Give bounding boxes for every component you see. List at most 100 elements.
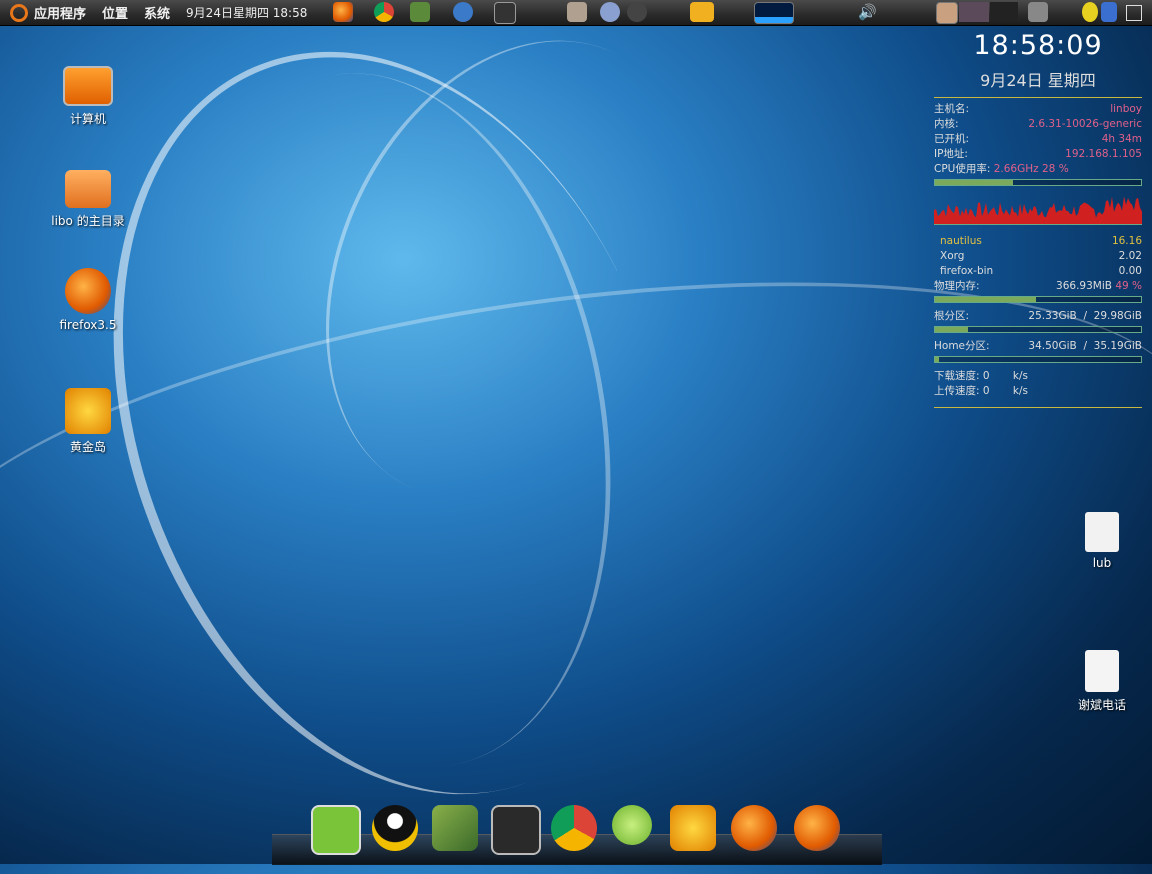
info-value: 4h 34m [1101, 133, 1142, 145]
terminal-icon[interactable] [491, 805, 541, 855]
cpu-label: CPU使用率: [934, 163, 991, 175]
wallpaper-swirl [254, 0, 770, 561]
download-label: 下载速度: [934, 370, 980, 382]
desktop-icon-computer[interactable]: 计算机 [43, 66, 133, 127]
info-row: 内核: 2.6.31-10026-generic [934, 117, 1142, 132]
download-unit: k/s [1012, 370, 1028, 382]
book-icon[interactable] [432, 805, 478, 851]
firefox-icon [65, 268, 111, 314]
info-label: 主机名: [934, 103, 970, 115]
root-total: 29.98GiB [1093, 310, 1142, 322]
qq-tray-icon[interactable] [1082, 2, 1098, 22]
cpu-row: CPU使用率: 2.66GHz 28 % [934, 162, 1142, 177]
workspace-2-icon[interactable] [959, 2, 989, 22]
game-icon[interactable] [670, 805, 716, 851]
info-label: 已开机: [934, 133, 970, 145]
menu-system[interactable]: 系统 [144, 3, 170, 22]
ubuntu-software-icon[interactable] [311, 805, 361, 855]
info-row: 主机名: linboy [934, 102, 1142, 117]
upload-label: 上传速度: [934, 385, 980, 397]
root-bar-fill [935, 327, 968, 332]
memory-row: 物理内存: 366.93MiB 49 % [934, 279, 1142, 294]
media-player-icon[interactable] [612, 805, 652, 845]
top-panel: 应用程序 位置 系统 9月24日星期四 18:58 🔊 [0, 0, 1152, 26]
firefox-icon[interactable] [731, 805, 777, 851]
desktop-icon-home[interactable]: libo 的主目录 [43, 170, 133, 229]
thunderbird-launcher-icon[interactable] [453, 2, 473, 22]
process-row: nautilus 16.16 [934, 234, 1142, 249]
pidgin-launcher-icon[interactable] [627, 2, 647, 22]
workspace-1-icon[interactable] [936, 2, 958, 24]
desktop-icon-label: lub [1092, 556, 1112, 570]
info-value: linboy [1110, 103, 1142, 115]
desktop-icon-firefox[interactable]: firefox3.5 [43, 268, 133, 332]
process-name: firefox-bin [940, 265, 994, 277]
menu-applications[interactable]: 应用程序 [34, 3, 86, 22]
process-value: 0.00 [1118, 265, 1142, 277]
desktop-icon-label: firefox3.5 [59, 318, 117, 332]
panel-clock[interactable]: 9月24日星期四 18:58 [186, 4, 307, 21]
root-used: 25.33GiB [1028, 310, 1077, 322]
info-label: 内核: [934, 118, 959, 130]
monitor-time: 18:58:09 [973, 30, 1103, 61]
memory-bar-fill [935, 297, 1036, 302]
cpu-value: 2.66GHz 28 % [993, 163, 1069, 175]
home-used: 34.50GiB [1028, 340, 1077, 352]
root-partition-row: 根分区: 25.33GiB / 29.98GiB [934, 309, 1142, 324]
process-value: 2.02 [1118, 250, 1142, 262]
desktop-icon-label: 谢斌电话 [1077, 698, 1126, 712]
cpu-bar-fill [935, 180, 1014, 185]
divider [934, 97, 1142, 98]
cpu-graph [934, 194, 1142, 225]
desktop-icon-game[interactable]: 黄金岛 [43, 388, 133, 455]
home-folder-icon [65, 170, 111, 208]
root-label: 根分区: [934, 310, 970, 322]
process-row: firefox-bin 0.00 [934, 264, 1142, 279]
document-icon [1085, 512, 1119, 552]
workspace-3-icon[interactable] [990, 2, 1018, 22]
chrome-launcher-icon[interactable] [374, 2, 394, 22]
home-label: Home分区: [934, 340, 990, 352]
memory-bar [934, 296, 1142, 303]
info-icon[interactable] [1101, 2, 1117, 22]
home-total: 35.19GiB [1093, 340, 1142, 352]
firefox-icon[interactable] [794, 805, 840, 851]
info-value: 2.6.31-10026-generic [1028, 118, 1142, 130]
home-slash: / [1083, 340, 1087, 352]
info-value: 192.168.1.105 [1065, 148, 1142, 160]
upload-row: 上传速度: 0 k/s [934, 384, 1142, 399]
download-row: 下载速度: 0 k/s [934, 369, 1142, 384]
chrome-icon[interactable] [551, 805, 597, 851]
qq-penguin-icon[interactable] [372, 805, 418, 851]
speaker-launcher-icon[interactable] [567, 2, 587, 22]
desktop-icon-label: libo 的主目录 [51, 214, 125, 228]
wallpaper-swirl [122, 38, 663, 802]
trash-icon[interactable] [1028, 2, 1048, 22]
system-monitor: 18:58:09 9月24日 星期四 主机名: linboy 内核: 2.6.31-… [934, 30, 1142, 412]
game-launcher-icon[interactable] [690, 2, 714, 22]
ubuntu-logo-icon[interactable] [10, 3, 28, 22]
book-launcher-icon[interactable] [410, 2, 430, 22]
root-slash: / [1083, 310, 1087, 322]
upload-unit: k/s [1012, 385, 1028, 397]
terminal-launcher-icon[interactable] [494, 2, 516, 24]
home-partition-row: Home分区: 34.50GiB / 35.19GiB [934, 339, 1142, 354]
volume-icon[interactable]: 🔊 [858, 2, 878, 22]
info-label: IP地址: [934, 148, 968, 160]
text-file-icon [1085, 650, 1119, 692]
monitor-date: 9月24日 星期四 [980, 71, 1096, 90]
memory-label: 物理内存: [934, 280, 980, 292]
process-value: 16.16 [1111, 235, 1142, 247]
show-desktop-icon[interactable] [1126, 5, 1142, 21]
home-bar [934, 356, 1142, 363]
menu-places[interactable]: 位置 [102, 3, 128, 22]
memory-value: 366.93MiB [1056, 280, 1112, 292]
firefox-launcher-icon[interactable] [333, 2, 353, 22]
desktop-icon-lub[interactable]: lub [1057, 512, 1147, 570]
network-monitor-icon [754, 2, 794, 24]
disc-launcher-icon[interactable] [600, 2, 620, 22]
info-row: IP地址: 192.168.1.105 [934, 147, 1142, 162]
memory-percent: 49 % [1115, 280, 1142, 292]
desktop-icon-label: 计算机 [69, 112, 106, 126]
desktop-icon-phone-note[interactable]: 谢斌电话 [1057, 650, 1147, 713]
